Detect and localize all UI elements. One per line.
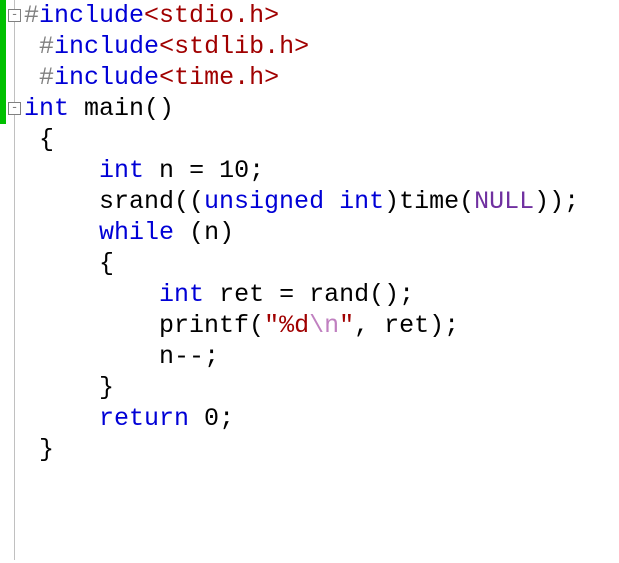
code-line: printf("%d\n", ret); [24,310,579,341]
token-string: " [339,311,354,340]
token-plain [174,218,189,247]
token-punct: = [189,156,204,185]
token-punct: ( [459,187,474,216]
token-escape: \n [309,311,339,340]
token-ident: n [159,342,174,371]
code-line: int ret = rand(); [24,279,579,310]
token-keyword: include [39,1,144,30]
token-punct: } [39,435,54,464]
token-type: int [159,280,204,309]
code-line: } [24,372,579,403]
indent [24,311,159,340]
code-line: srand((unsigned int)time(NULL)); [24,186,579,217]
token-punct: { [99,249,114,278]
token-header: <time.h> [159,63,279,92]
token-ident: time [399,187,459,216]
token-plain [324,187,339,216]
token-plain [144,156,159,185]
token-punct: -- [174,342,204,371]
token-punct: ) [219,218,234,247]
token-keyword: return [99,404,189,433]
indent [24,280,159,309]
token-keyword: include [54,63,159,92]
indent [24,342,159,371]
token-null: NULL [474,187,534,216]
token-plain [264,280,279,309]
token-number: 0 [204,404,219,433]
token-punct: ; [204,342,219,371]
token-type: int [24,94,69,123]
code-line: { [24,248,579,279]
token-keyword: while [99,218,174,247]
indent [24,187,99,216]
indent [24,125,39,154]
token-plain [189,404,204,433]
token-ident: n [159,156,174,185]
code-body: #include<stdio.h> #include<stdlib.h> #in… [24,0,579,465]
token-punct: )); [534,187,579,216]
code-line: return 0; [24,403,579,434]
token-punct: ( [189,218,204,247]
code-line: { [24,124,579,155]
token-plain [69,94,84,123]
fold-column: -- [6,0,24,124]
indent [24,32,39,61]
token-type: int [99,156,144,185]
token-keyword2: unsigned [204,187,324,216]
code-line: n--; [24,341,579,372]
token-header: <stdlib.h> [159,32,309,61]
code-line: } [24,434,579,465]
indent [24,156,99,185]
indent [24,404,99,433]
token-punct: (( [174,187,204,216]
token-directive: # [39,32,54,61]
token-plain [204,280,219,309]
fold-toggle[interactable]: - [8,102,21,115]
token-keyword: include [54,32,159,61]
indent [24,435,39,464]
code-line: #include<stdio.h> [24,0,579,31]
code-line: #include<stdlib.h> [24,31,579,62]
token-plain [174,156,189,185]
token-punct: () [144,94,174,123]
token-ident: ret [219,280,264,309]
token-punct: (); [369,280,414,309]
token-keyword2: int [339,187,384,216]
token-punct: ) [384,187,399,216]
token-punct: ); [429,311,459,340]
indent [24,373,99,402]
token-plain [204,156,219,185]
token-string: " [264,311,279,340]
token-ident: n [204,218,219,247]
token-directive: # [24,1,39,30]
code-editor: -- #include<stdio.h> #include<stdlib.h> … [0,0,619,124]
token-directive: # [39,63,54,92]
token-punct: , [354,311,384,340]
token-ident: printf [159,311,249,340]
token-ident: srand [99,187,174,216]
token-punct: { [39,125,54,154]
token-punct: ( [249,311,264,340]
fold-guide [14,0,15,560]
code-line: while (n) [24,217,579,248]
token-punct: } [99,373,114,402]
code-line: int n = 10; [24,155,579,186]
token-number: 10 [219,156,249,185]
token-string: %d [279,311,309,340]
token-header: <stdio.h> [144,1,279,30]
token-punct: ; [249,156,264,185]
token-plain [294,280,309,309]
indent [24,63,39,92]
indent [24,218,99,247]
token-ident: ret [384,311,429,340]
fold-toggle[interactable]: - [8,9,21,22]
code-line: #include<time.h> [24,62,579,93]
indent [24,249,99,278]
token-punct: = [279,280,294,309]
token-punct: ; [219,404,234,433]
code-line: int main() [24,93,579,124]
token-func: main [84,94,144,123]
token-ident: rand [309,280,369,309]
